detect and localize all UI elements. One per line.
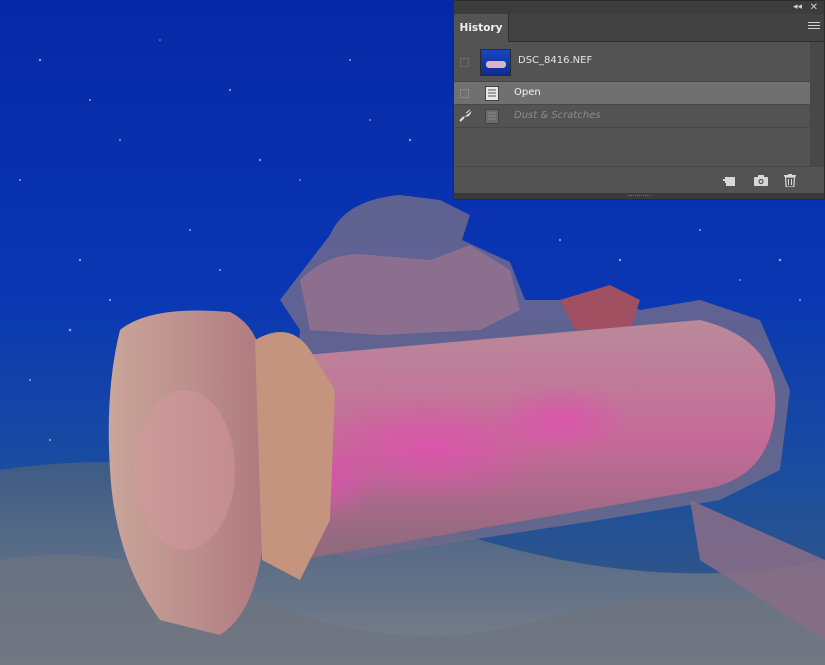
tab-history[interactable]: History	[454, 14, 509, 42]
history-state-open[interactable]: Open	[454, 82, 810, 105]
new-document-from-state-icon[interactable]	[722, 174, 736, 187]
history-brush-icon[interactable]	[458, 109, 474, 123]
state-label: Dust & Scratches	[514, 110, 601, 121]
document-icon	[485, 86, 499, 101]
state-source-checkbox[interactable]	[460, 89, 469, 98]
scrollbar[interactable]	[810, 42, 824, 166]
camera-icon[interactable]	[754, 174, 768, 187]
panel-tab-bar: History	[454, 14, 824, 42]
collapse-icon[interactable]: ◂◂	[793, 1, 802, 14]
history-panel: ◂◂ ✕ History DSC_8416.NEF Open Dust & Sc…	[453, 0, 825, 200]
snapshot-thumbnail	[480, 49, 511, 76]
panel-footer	[454, 166, 824, 194]
panel-title-bar[interactable]: ◂◂ ✕	[454, 1, 824, 14]
snapshot-row[interactable]: DSC_8416.NEF	[454, 42, 810, 82]
snapshot-source-checkbox[interactable]	[460, 58, 469, 67]
history-state-dust-scratches[interactable]: Dust & Scratches	[454, 105, 810, 128]
close-icon[interactable]: ✕	[810, 1, 818, 14]
trash-icon[interactable]	[783, 174, 797, 187]
panel-menu-icon[interactable]	[808, 22, 820, 32]
snapshot-name: DSC_8416.NEF	[518, 55, 593, 66]
panel-resize-grip[interactable]	[454, 193, 824, 199]
document-icon	[485, 109, 499, 124]
state-label: Open	[514, 87, 541, 98]
history-list: DSC_8416.NEF Open Dust & Scratches	[454, 42, 810, 166]
